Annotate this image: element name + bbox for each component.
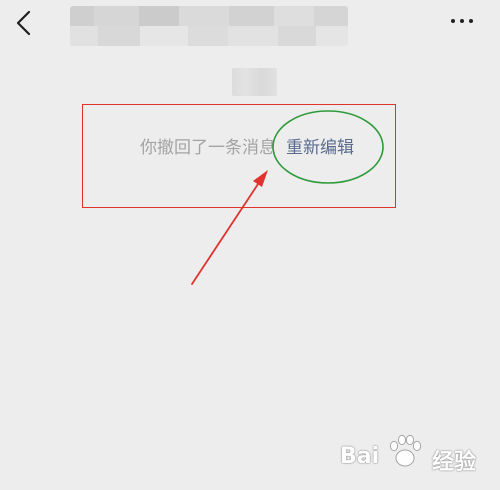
more-button[interactable] [450, 18, 478, 28]
paw-icon [389, 434, 422, 467]
blurred-timestamp [232, 68, 277, 96]
baidu-jingyan-watermark: Bai 经验 [340, 434, 490, 476]
back-button[interactable] [10, 8, 38, 38]
chat-header [0, 0, 500, 46]
more-dots-icon [451, 19, 455, 23]
annotation-arrow-shaft [191, 177, 263, 285]
watermark-jingyan: 经验 [432, 450, 477, 475]
watermark-brand: Bai [340, 444, 380, 469]
reedit-link[interactable]: 重新编辑 [286, 138, 354, 158]
blurred-chat-title [70, 6, 348, 46]
recall-notice: 你撤回了一条消息 重新编辑 [140, 136, 354, 160]
recall-message: 你撤回了一条消息 [140, 138, 276, 158]
annotation-arrow-head [253, 170, 268, 187]
chevron-left-icon [16, 10, 31, 36]
